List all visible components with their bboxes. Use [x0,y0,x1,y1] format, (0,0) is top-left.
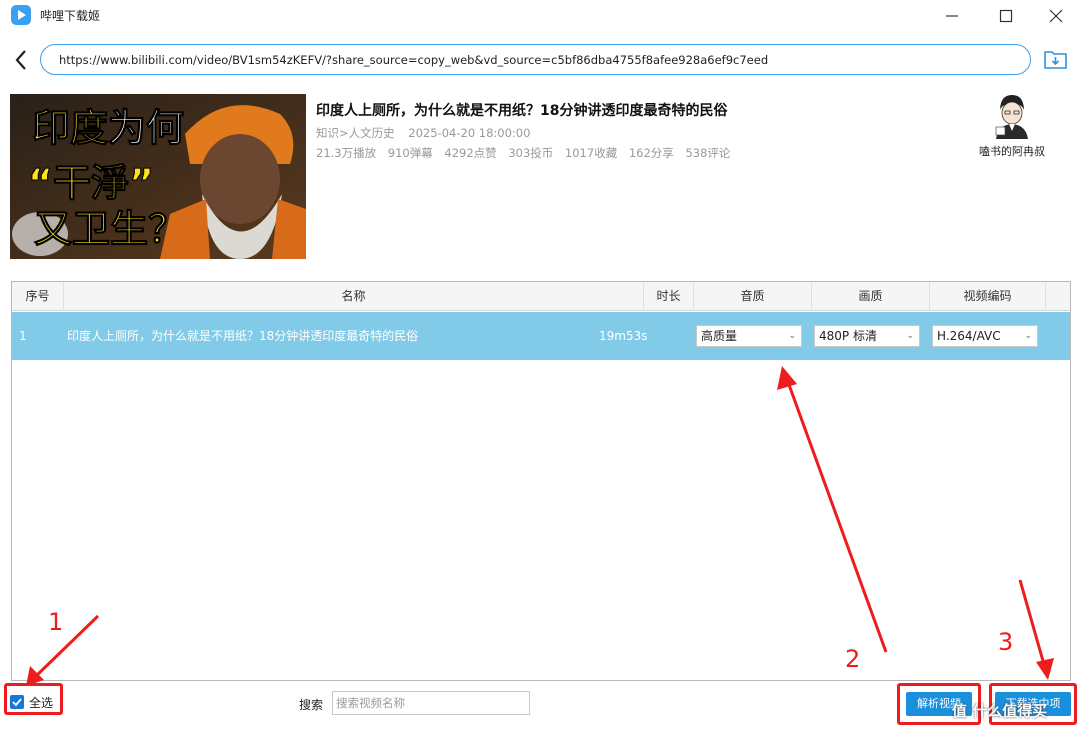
annotation-box-1 [4,683,63,715]
chevron-down-icon: ⌄ [1024,331,1032,341]
annotation-number-3: 3 [998,628,1014,656]
maximize-button[interactable] [982,0,1030,31]
header-index[interactable]: 序号 [12,282,64,311]
download-folder-button[interactable] [1043,48,1068,71]
stat-danmaku: 910弹幕 [387,146,433,160]
stat-coins: 303投币 [508,146,554,160]
app-play-logo-icon [11,5,31,25]
header-name[interactable]: 名称 [64,282,644,311]
avatar [992,93,1032,141]
audio-quality-value: 高质量 [701,329,738,343]
row-name: 印度人上厕所，为什么就是不用纸？18分钟讲透印度最奇特的民俗 [67,329,419,343]
stat-likes: 4292点赞 [444,146,497,160]
audio-quality-select[interactable]: 高质量 ⌄ [696,325,802,347]
video-codec-select[interactable]: H.264/AVC ⌄ [932,325,1038,347]
download-folder-icon [1044,51,1067,69]
video-category: 知识>人文历史 [316,126,395,140]
url-text: https://www.bilibili.com/video/BV1sm54zK… [59,53,769,67]
video-stats: 21.3万播放 910弹幕 4292点赞 303投币 1017收藏 162分享 … [316,145,738,161]
header-codec[interactable]: 视频编码 [930,282,1046,311]
header-duration[interactable]: 时长 [644,282,694,311]
video-codec-value: H.264/AVC [937,329,1001,343]
uploader-name: 嗑书的阿冉叔 [979,145,1045,158]
title-bar: 哔哩下载姬 [0,0,1080,31]
annotation-number-2: 2 [845,645,861,673]
annotation-number-1: 1 [48,608,64,636]
video-quality-select[interactable]: 480P 标清 ⌄ [814,325,920,347]
chevron-down-icon: ⌄ [788,331,796,341]
search-label: 搜索 [299,698,324,712]
video-publish-time: 2025-04-20 18:00:00 [408,126,531,140]
minimize-icon [946,14,958,17]
thumbnail-text-line3: 又卫生？ [33,207,187,252]
thumbnail-text-b: 为何 [108,106,185,151]
chevron-left-icon [15,50,26,70]
video-quality-value: 480P 标清 [819,329,877,343]
thumbnail-text-a: 印度 [31,106,109,151]
stat-favorites: 1017收藏 [564,146,618,160]
minimize-button[interactable] [928,0,976,31]
video-title: 印度人上厕所，为什么就是不用纸？18分钟讲透印度最奇特的民俗 [316,103,728,119]
chevron-down-icon: ⌄ [906,331,914,341]
stat-views: 21.3万播放 [316,146,377,160]
close-button[interactable] [1032,0,1080,31]
url-input[interactable]: https://www.bilibili.com/video/BV1sm54zK… [40,44,1031,75]
video-thumbnail: 印度为何 “干淨” 又卫生？ [10,94,306,259]
stat-shares: 162分享 [628,146,674,160]
search-input[interactable]: 搜索视频名称 [332,691,530,715]
stat-comments: 538评论 [685,146,731,160]
watermark: 值 什么值得买 [952,702,1048,720]
maximize-icon [999,9,1013,22]
table-row[interactable]: 1 印度人上厕所，为什么就是不用纸？18分钟讲透印度最奇特的民俗 19m53s … [12,312,1070,360]
header-quality[interactable]: 画质 [812,282,930,311]
back-button[interactable] [10,48,34,72]
video-list-table: 序号 名称 时长 音质 画质 视频编码 1 印度人上厕所，为什么就是不用纸？18… [11,281,1071,681]
app-title: 哔哩下载姬 [40,9,101,23]
row-index: 1 [19,329,27,343]
close-icon [1049,9,1063,22]
table-header: 序号 名称 时长 音质 画质 视频编码 [12,282,1070,311]
uploader[interactable]: 嗑书的阿冉叔 [970,93,1054,163]
row-duration: 19m53s [599,329,648,343]
video-meta: 知识>人文历史 2025-04-20 18:00:00 [316,125,540,141]
header-audio[interactable]: 音质 [694,282,812,311]
